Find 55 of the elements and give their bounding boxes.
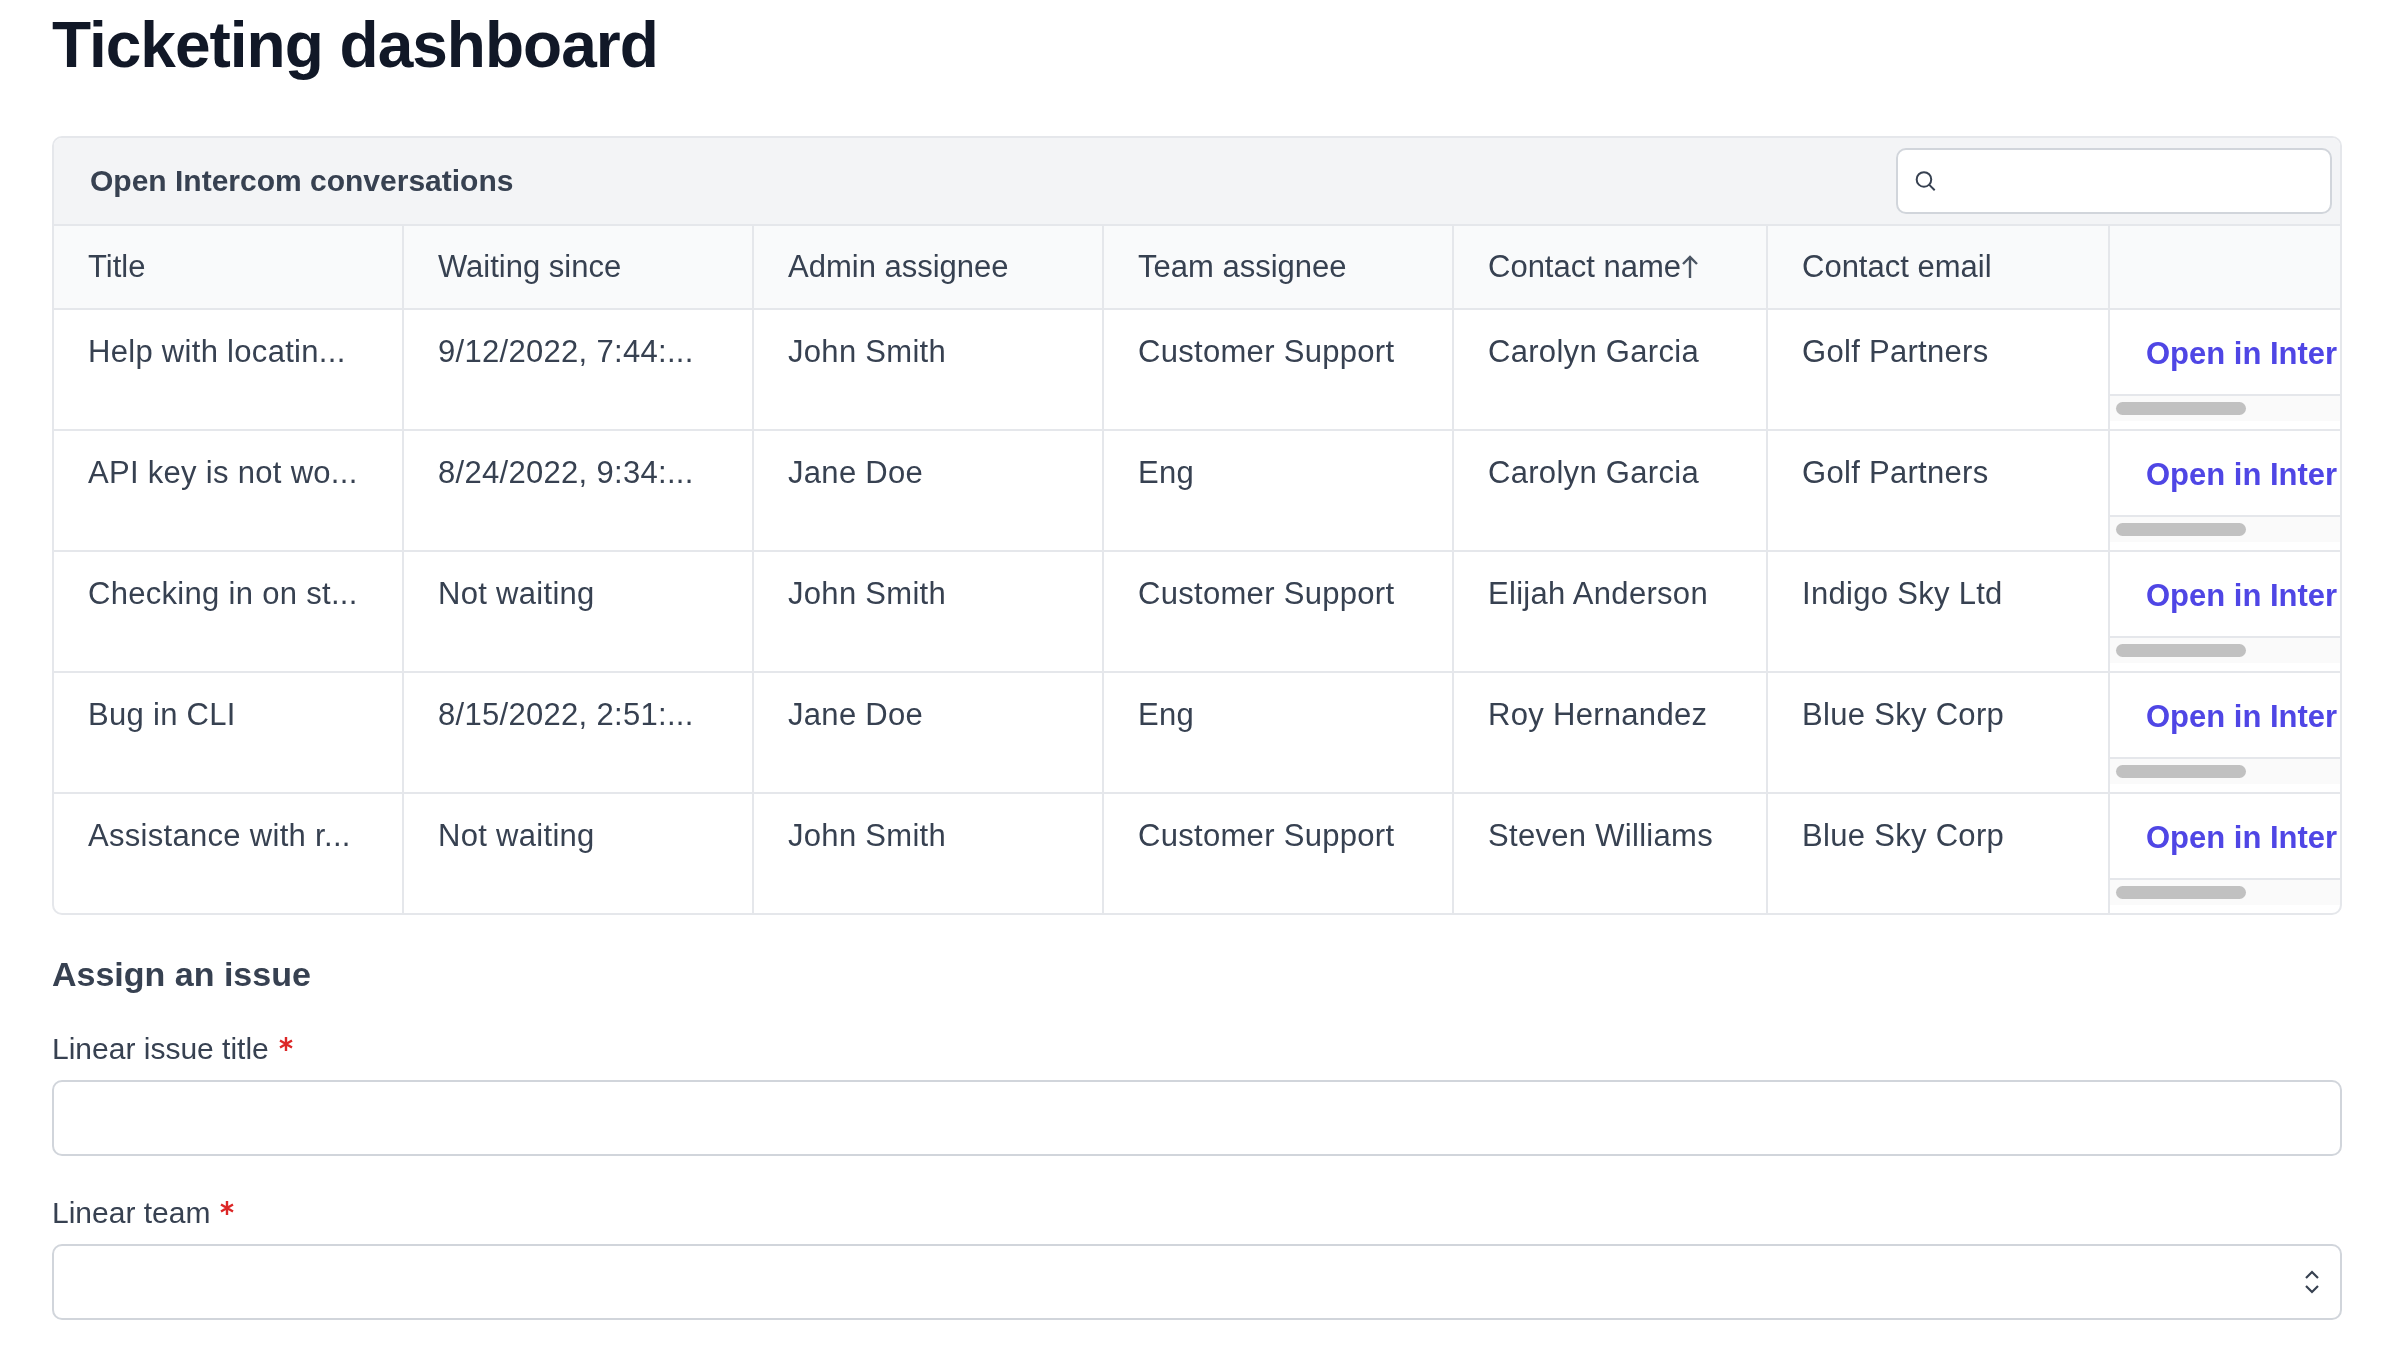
input-field[interactable]	[52, 1080, 2342, 1156]
table-cell: Assistance with r...	[88, 818, 351, 853]
horizontal-scrollbar[interactable]	[2110, 635, 2340, 663]
section-title: Assign an issue	[52, 955, 312, 994]
table-cell: Jane Doe	[788, 455, 924, 490]
open-in-intercom-link[interactable]: Open in Inter	[2110, 552, 2340, 636]
horizontal-scrollbar[interactable]	[2110, 877, 2340, 905]
team-select[interactable]	[52, 1244, 2342, 1320]
table-cell: Eng	[1138, 697, 1195, 732]
horizontal-scrollbar[interactable]	[2110, 514, 2340, 542]
column-header[interactable]: Contact name	[1488, 249, 1681, 285]
table-cell: Roy Hernandez	[1488, 697, 1708, 732]
table-cell: John Smith	[788, 576, 947, 611]
column-header[interactable]: Contact email	[1802, 249, 1992, 285]
table-cell: Eng	[1138, 455, 1195, 490]
open-in-intercom-link[interactable]: Open in Inter	[2110, 431, 2340, 515]
table-cell: Elijah Anderson	[1488, 576, 1708, 611]
table-cell: Golf Partners	[1802, 334, 1989, 369]
horizontal-scrollbar[interactable]	[2110, 756, 2340, 784]
table-cell: John Smith	[788, 334, 947, 369]
table-cell: Indigo Sky Ltd	[1802, 576, 2003, 611]
table-cell: John Smith	[788, 818, 947, 853]
column-header[interactable]: Waiting since	[438, 249, 622, 285]
table-cell: Customer Support	[1138, 576, 1395, 611]
table-cell: Checking in on st...	[88, 576, 358, 611]
open-in-intercom-link[interactable]: Open in Inter	[2110, 673, 2340, 757]
table-cell: Jane Doe	[788, 697, 924, 732]
page-title: Ticketing dashboard	[52, 8, 659, 82]
table-cell: 9/12/2022, 7:44:...	[438, 334, 694, 369]
open-in-intercom-link[interactable]: Open in Inter	[2110, 794, 2340, 878]
table-cell: 8/24/2022, 9:34:...	[438, 455, 694, 490]
search-field[interactable]	[1896, 148, 2332, 214]
field-label: Linear issue title	[52, 1032, 269, 1066]
table-cell: Not waiting	[438, 576, 595, 611]
table-cell: Customer Support	[1138, 334, 1395, 369]
chevron-up-down-icon	[2304, 1269, 2320, 1295]
column-header[interactable]: Team assignee	[1138, 249, 1347, 285]
table-title: Open Intercom conversations	[90, 164, 514, 198]
column-header[interactable]: Title	[88, 249, 146, 285]
table-cell: Blue Sky Corp	[1802, 697, 2005, 732]
table-cell: Blue Sky Corp	[1802, 818, 2005, 853]
table-cell: 8/15/2022, 2:51:...	[438, 697, 694, 732]
table-cell: Not waiting	[438, 818, 595, 853]
table-cell: Help with locatin...	[88, 334, 346, 369]
column-header[interactable]: Admin assignee	[788, 249, 1009, 285]
table-cell: API key is not wo...	[88, 455, 358, 490]
open-in-intercom-link[interactable]: Open in Inter	[2110, 310, 2340, 394]
table-cell: Carolyn Garcia	[1488, 455, 1699, 490]
table-cell: Bug in CLI	[88, 697, 236, 732]
horizontal-scrollbar[interactable]	[2110, 393, 2340, 421]
table-cell: Golf Partners	[1802, 455, 1989, 490]
table-cell: Customer Support	[1138, 818, 1395, 853]
table-cell: Steven Williams	[1488, 818, 1713, 853]
field-label: Linear team	[52, 1196, 211, 1230]
table-cell: Carolyn Garcia	[1488, 334, 1699, 369]
